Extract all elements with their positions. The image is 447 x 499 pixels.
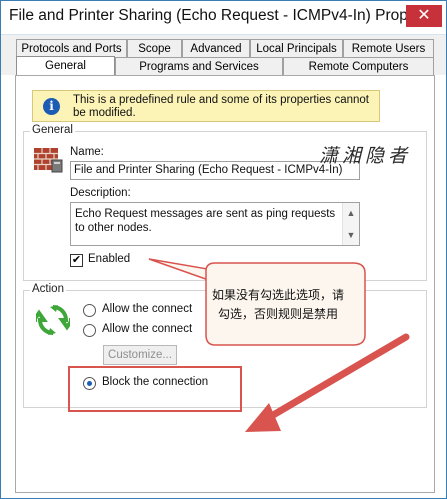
- annotation-overlay: [68, 258, 410, 432]
- properties-window: File and Printer Sharing (Echo Request -…: [0, 0, 447, 499]
- watermark: 潇湘隐者: [319, 145, 412, 167]
- red-arrow-icon: [259, 333, 410, 425]
- callout-line-1: 如果没有勾选此选项，请: [211, 288, 344, 302]
- callout-line-2: 勾选，否则规则是禁用: [217, 307, 338, 321]
- block-highlight-box: [68, 366, 242, 412]
